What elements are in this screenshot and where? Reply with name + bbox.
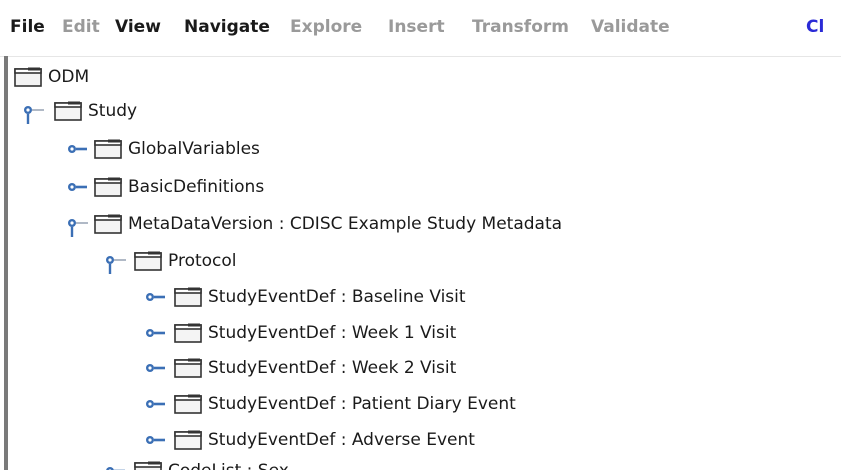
folder-icon [134, 461, 162, 470]
folder-icon [174, 323, 202, 343]
app-window: File Edit View Navigate Explore Insert T… [0, 0, 841, 470]
expanded-toggle-icon[interactable] [104, 254, 128, 276]
tree-node[interactable]: BasicDefinitions [94, 172, 264, 202]
expanded-toggle-icon[interactable] [66, 217, 90, 239]
collapsed-toggle-icon[interactable] [144, 286, 168, 308]
collapsed-toggle-icon[interactable] [66, 138, 90, 160]
tree-node[interactable]: StudyEventDef : Patient Diary Event [174, 389, 516, 419]
tree-node-label: ODM [48, 67, 90, 87]
tree-node-label: StudyEventDef : Adverse Event [208, 430, 475, 450]
panel-left-edge [4, 56, 8, 470]
tree-node[interactable]: CodeList : Sex [134, 456, 289, 470]
tree-node[interactable]: MetaDataVersion : CDISC Example Study Me… [94, 209, 562, 239]
collapsed-toggle-icon[interactable] [104, 460, 128, 470]
menu-insert[interactable]: Insert [388, 15, 445, 39]
collapsed-toggle-icon[interactable] [144, 429, 168, 451]
folder-icon [174, 394, 202, 414]
collapsed-toggle-icon[interactable] [144, 393, 168, 415]
tree-node[interactable]: ODM [14, 62, 89, 92]
tree-node-label: Protocol [168, 251, 237, 271]
folder-icon [94, 177, 122, 197]
tree-node-label: StudyEventDef : Patient Diary Event [208, 394, 516, 414]
tree-node-label: GlobalVariables [128, 139, 260, 159]
menu-bar: File Edit View Navigate Explore Insert T… [0, 0, 841, 57]
tree-node-label: CodeList : Sex [168, 460, 289, 470]
collapsed-toggle-icon[interactable] [144, 357, 168, 379]
menu-validate[interactable]: Validate [591, 15, 670, 39]
tree-node[interactable]: StudyEventDef : Baseline Visit [174, 282, 466, 312]
tree-node-label: MetaDataVersion : CDISC Example Study Me… [128, 214, 563, 234]
tree-node-label: StudyEventDef : Week 2 Visit [208, 358, 457, 378]
tree-node[interactable]: GlobalVariables [94, 134, 260, 164]
folder-icon [134, 251, 162, 271]
tree-node[interactable]: Protocol [134, 246, 237, 276]
tree-node[interactable]: StudyEventDef : Adverse Event [174, 425, 475, 455]
tree-node[interactable]: Study [54, 96, 137, 126]
collapsed-toggle-icon[interactable] [66, 176, 90, 198]
menu-cl[interactable]: Cl [806, 15, 824, 39]
folder-icon [174, 430, 202, 450]
folder-icon [94, 139, 122, 159]
menu-edit[interactable]: Edit [62, 15, 100, 39]
folder-icon [14, 67, 42, 87]
folder-icon [174, 358, 202, 378]
expanded-toggle-icon[interactable] [22, 104, 46, 126]
tree-node[interactable]: StudyEventDef : Week 1 Visit [174, 318, 456, 348]
tree-node-label: BasicDefinitions [128, 177, 265, 197]
collapsed-toggle-icon[interactable] [144, 322, 168, 344]
tree-node[interactable]: StudyEventDef : Week 2 Visit [174, 353, 456, 383]
menu-explore[interactable]: Explore [290, 15, 362, 39]
menu-transform[interactable]: Transform [472, 15, 569, 39]
folder-icon [174, 287, 202, 307]
menu-file[interactable]: File [10, 15, 45, 39]
menu-view[interactable]: View [115, 15, 161, 39]
tree-node-label: StudyEventDef : Week 1 Visit [208, 323, 457, 343]
folder-icon [54, 101, 82, 121]
tree-node-label: Study [88, 101, 138, 121]
tree-node-label: StudyEventDef : Baseline Visit [208, 287, 466, 307]
menu-navigate[interactable]: Navigate [184, 15, 270, 39]
folder-icon [94, 214, 122, 234]
